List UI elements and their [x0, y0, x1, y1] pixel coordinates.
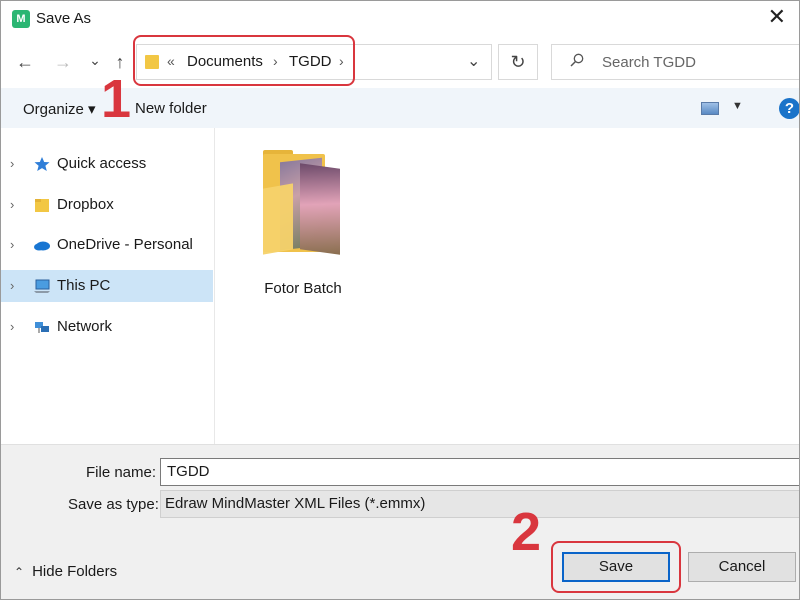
save-as-type-select[interactable]: Edraw MindMaster XML Files (*.emmx) — [160, 490, 800, 518]
sidebar-item-this-pc[interactable]: › This PC — [0, 270, 213, 302]
hide-folders-label: Hide Folders — [32, 563, 118, 580]
computer-icon — [34, 279, 50, 293]
annotation-step-1: 1 — [101, 69, 132, 129]
network-icon — [35, 322, 49, 333]
annotation-step-2: 2 — [511, 502, 542, 562]
sidebar-item-label: OneDrive - Personal — [57, 236, 193, 253]
change-view-icon[interactable] — [701, 102, 719, 115]
search-box[interactable]: Search TGDD — [551, 44, 800, 80]
folder-icon — [35, 199, 49, 212]
chevron-up-icon: ⌃ — [14, 565, 25, 579]
organize-button[interactable]: Organize ▾ — [23, 100, 96, 118]
refresh-button[interactable]: ↻ — [498, 44, 538, 80]
hide-folders-button[interactable]: ⌃ Hide Folders — [14, 563, 117, 580]
expand-chevron-icon[interactable]: › — [10, 156, 14, 171]
app-icon: M — [12, 10, 30, 28]
address-dropdown-icon[interactable]: ⌄ — [467, 51, 480, 71]
star-icon — [34, 157, 50, 171]
sidebar-item-label: This PC — [57, 277, 111, 294]
expand-chevron-icon[interactable]: › — [10, 278, 14, 293]
sidebar-item-quick-access[interactable]: › Quick access — [0, 148, 213, 180]
cloud-icon — [34, 241, 50, 251]
sidebar-item-dropbox[interactable]: › Dropbox — [0, 189, 213, 221]
expand-chevron-icon[interactable]: › — [10, 237, 14, 252]
file-list: Fotor Batch — [216, 128, 800, 444]
sidebar-item-network[interactable]: › Network — [0, 311, 213, 343]
forward-arrow-icon[interactable]: → — [52, 50, 74, 74]
sidebar-item-label: Dropbox — [57, 196, 114, 213]
sidebar-item-label: Quick access — [57, 155, 147, 172]
close-icon[interactable]: ✕ — [768, 6, 786, 28]
title-bar: M Save As ✕ — [0, 0, 800, 38]
expand-chevron-icon[interactable]: › — [10, 197, 14, 212]
new-folder-button[interactable]: New folder — [135, 100, 207, 117]
sidebar-item-onedrive[interactable]: › OneDrive - Personal — [0, 229, 213, 261]
save-as-type-label: Save as type: — [68, 496, 159, 513]
help-icon[interactable]: ? — [779, 98, 800, 119]
expand-chevron-icon[interactable]: › — [10, 319, 14, 334]
save-button[interactable]: Save — [562, 552, 670, 582]
folder-item-label: Fotor Batch — [264, 280, 342, 297]
view-options-caret-icon[interactable]: ▼ — [732, 100, 743, 112]
search-input[interactable]: Search TGDD — [602, 54, 696, 71]
file-name-label: File name: — [86, 464, 157, 481]
file-name-field[interactable]: TGDD — [160, 458, 800, 486]
back-arrow-icon[interactable]: ← — [14, 50, 36, 74]
save-options-panel: File name: TGDD Save as type: Edraw Mind… — [0, 444, 800, 600]
folder-item[interactable]: Fotor Batch — [248, 146, 358, 297]
navigation-pane: › Quick access › Dropbox › OneDrive - Pe… — [0, 128, 215, 444]
annotation-highlight-address-bar — [133, 35, 355, 86]
search-icon — [570, 53, 584, 67]
window-title: Save As — [36, 10, 92, 27]
refresh-icon: ↻ — [510, 52, 526, 72]
sidebar-item-label: Network — [57, 318, 113, 335]
cancel-button[interactable]: Cancel — [688, 552, 796, 582]
